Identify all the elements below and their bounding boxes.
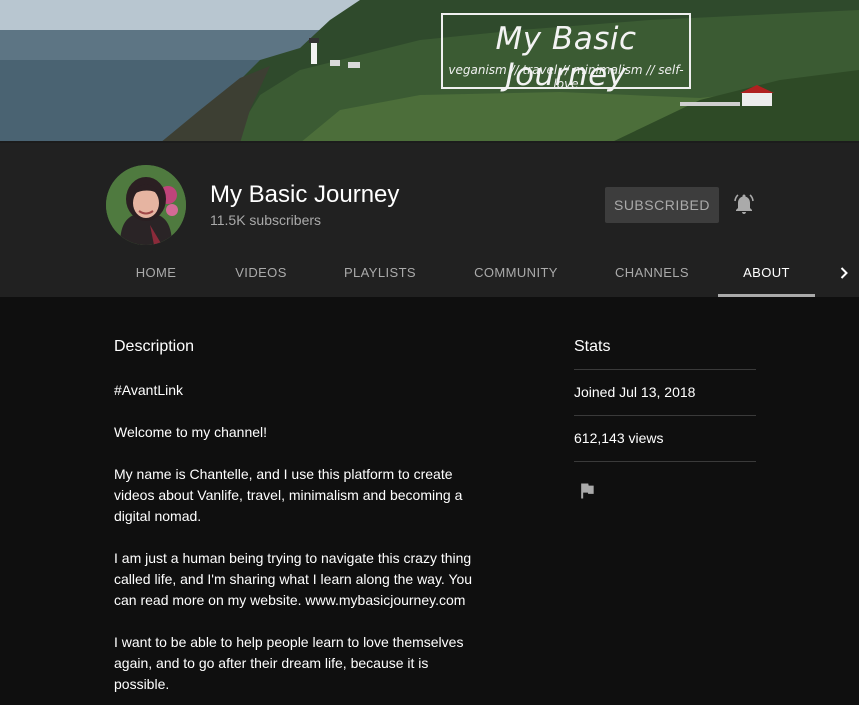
description-line: Welcome to my channel! — [114, 424, 268, 440]
banner-title-frame: My Basic Journey veganism // travel // m… — [441, 13, 691, 93]
chevron-right-icon[interactable] — [834, 263, 854, 283]
stats-heading: Stats — [574, 338, 611, 355]
flag-icon[interactable] — [577, 481, 597, 501]
description-line: #AvantLink — [114, 382, 184, 398]
subscribed-button[interactable]: SUBSCRIBED — [605, 187, 719, 223]
tab-community[interactable]: COMMUNITY — [465, 251, 567, 297]
description-line: My name is Chantelle, and I use this pla… — [114, 466, 453, 482]
view-count: 612,143 views — [574, 430, 664, 446]
banner-tagline: veganism // travel // minimalism // self… — [448, 63, 684, 91]
banner-landscape-image — [0, 0, 859, 143]
channel-name[interactable]: My Basic Journey — [210, 181, 399, 209]
tab-playlists[interactable]: PLAYLISTS — [336, 251, 424, 297]
description-line: can read more on my website. www.mybasic… — [114, 592, 466, 608]
stats-divider — [574, 369, 756, 370]
description-line: possible. — [114, 676, 170, 692]
description-heading: Description — [114, 338, 195, 355]
tab-channels[interactable]: CHANNELS — [606, 251, 698, 297]
channel-tabs: HOME VIDEOS PLAYLISTS COMMUNITY CHANNELS… — [0, 251, 859, 297]
description-line: again, and to go after their dream life,… — [114, 655, 429, 671]
stats-divider — [574, 461, 756, 462]
tab-videos[interactable]: VIDEOS — [226, 251, 296, 297]
description-line: I want to be able to help people learn t… — [114, 634, 464, 650]
bell-icon[interactable] — [732, 192, 756, 216]
channel-avatar[interactable] — [106, 165, 186, 245]
stats-divider — [574, 415, 756, 416]
avatar-portrait-image — [106, 165, 186, 245]
subscriber-count: 11.5K subscribers — [210, 212, 322, 228]
channel-banner: My Basic Journey veganism // travel // m… — [0, 0, 859, 143]
description-line: videos about Vanlife, travel, minimalism… — [114, 487, 463, 503]
channel-header: My Basic Journey 11.5K subscribers SUBSC… — [0, 143, 859, 297]
description-line: I am just a human being trying to naviga… — [114, 550, 472, 566]
tab-home[interactable]: HOME — [127, 251, 185, 297]
tab-about[interactable]: ABOUT — [718, 251, 815, 297]
joined-date: Joined Jul 13, 2018 — [574, 384, 696, 400]
description-line: digital nomad. — [114, 508, 202, 524]
description-line: called life, and I'm sharing what I lear… — [114, 571, 473, 587]
